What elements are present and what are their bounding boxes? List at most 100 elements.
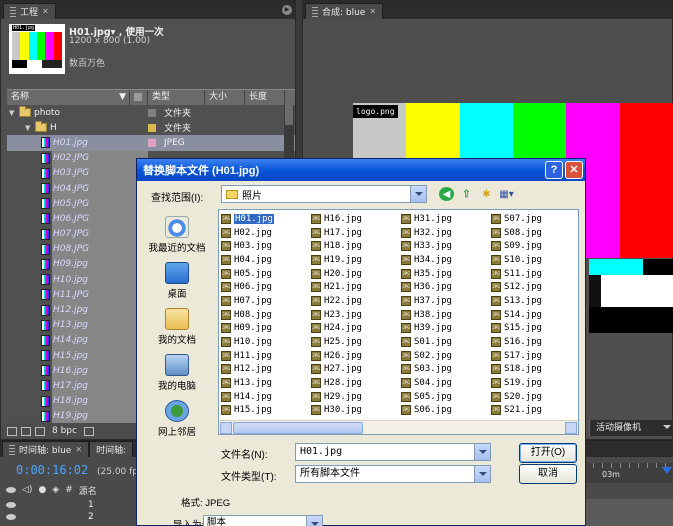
file-item[interactable]: JPG S21.jpg: [491, 404, 581, 418]
file-item[interactable]: JPG S18.jpg: [491, 363, 581, 377]
file-item[interactable]: JPG S03.jpg: [401, 363, 491, 377]
file-item[interactable]: JPG S20.jpg: [491, 390, 581, 404]
current-timecode[interactable]: 0:00:16:02: [16, 463, 88, 477]
file-item[interactable]: JPG H35.jpg: [401, 267, 491, 281]
file-item[interactable]: JPG H25.jpg: [311, 335, 401, 349]
file-item[interactable]: JPG S10.jpg: [491, 253, 581, 267]
place-my-computer[interactable]: 我的电脑: [141, 349, 213, 395]
grip-icon[interactable]: [9, 444, 15, 455]
file-item[interactable]: JPG H13.jpg: [221, 376, 311, 390]
file-item[interactable]: JPG H16.jpg: [311, 212, 401, 226]
file-item[interactable]: JPG H17.jpg: [311, 226, 401, 240]
file-item[interactable]: JPG H26.jpg: [311, 349, 401, 363]
place-my-documents[interactable]: 我的文档: [141, 303, 213, 349]
help-button[interactable]: ?: [545, 161, 563, 179]
scrollbar-thumb[interactable]: [285, 105, 293, 125]
column-type[interactable]: 类型: [148, 90, 205, 105]
file-item[interactable]: JPG S17.jpg: [491, 349, 581, 363]
bit-depth-button[interactable]: 8 bpc: [49, 426, 80, 436]
file-item[interactable]: JPG S13.jpg: [491, 294, 581, 308]
trash-icon[interactable]: [83, 426, 94, 436]
timeline-track-area[interactable]: [584, 499, 673, 526]
close-icon[interactable]: ✕: [369, 7, 376, 16]
label-color-swatch[interactable]: [148, 123, 156, 132]
file-item[interactable]: JPG H03.jpg: [221, 239, 311, 253]
file-item[interactable]: JPG H37.jpg: [401, 294, 491, 308]
file-item[interactable]: JPG H36.jpg: [401, 280, 491, 294]
table-row[interactable]: H01.jpg JPEG: [7, 135, 295, 151]
file-item[interactable]: JPG S15.jpg: [491, 322, 581, 336]
file-item[interactable]: JPG S12.jpg: [491, 280, 581, 294]
file-item[interactable]: JPG H39.jpg: [401, 322, 491, 336]
place-network-places[interactable]: 网上邻居: [141, 395, 213, 441]
label-icon[interactable]: ◈: [52, 485, 59, 495]
expand-triangle-icon[interactable]: ▼: [9, 109, 17, 117]
table-row[interactable]: ▼ H 文件夹: [7, 120, 295, 135]
visibility-icon[interactable]: [6, 487, 16, 493]
close-icon[interactable]: ✕: [42, 7, 49, 16]
file-item[interactable]: JPG S19.jpg: [491, 376, 581, 390]
tab-project[interactable]: 工程 ✕: [3, 3, 56, 19]
file-item[interactable]: JPG H38.jpg: [401, 308, 491, 322]
file-item[interactable]: JPG H07.jpg: [221, 294, 311, 308]
file-item[interactable]: JPG H04.jpg: [221, 253, 311, 267]
new-folder-icon[interactable]: [21, 426, 31, 436]
logo-layer[interactable]: logo.png: [353, 105, 398, 118]
file-item[interactable]: JPG H30.jpg: [311, 404, 401, 418]
file-item[interactable]: JPG S14.jpg: [491, 308, 581, 322]
file-item[interactable]: JPG H08.jpg: [221, 308, 311, 322]
file-item[interactable]: JPG H02.jpg: [221, 226, 311, 240]
file-item[interactable]: JPG S07.jpg: [491, 212, 581, 226]
file-item[interactable]: JPG H22.jpg: [311, 294, 401, 308]
file-item[interactable]: JPG S06.jpg: [401, 404, 491, 418]
scrollbar-thumb[interactable]: [233, 422, 363, 434]
file-item[interactable]: JPG H15.jpg: [221, 404, 311, 418]
up-folder-icon[interactable]: ⇧: [459, 187, 474, 201]
file-item[interactable]: JPG H18.jpg: [311, 239, 401, 253]
tab-timeline-blue[interactable]: 时间轴: blue ✕: [2, 441, 90, 457]
file-item[interactable]: JPG H11.jpg: [221, 349, 311, 363]
chevron-down-icon[interactable]: [306, 516, 322, 526]
file-item[interactable]: JPG H14.jpg: [221, 390, 311, 404]
file-browser-scrollbar[interactable]: [219, 420, 578, 434]
file-item[interactable]: JPG H33.jpg: [401, 239, 491, 253]
scroll-left-icon[interactable]: [220, 422, 232, 434]
timeline-layer-row[interactable]: 1: [6, 499, 136, 511]
file-item[interactable]: JPG H21.jpg: [311, 280, 401, 294]
file-browser[interactable]: JPG H01.jpg JPG H02.jpg JPG H03.jpg JPG H04.jpg…: [218, 209, 579, 435]
file-item[interactable]: JPG H09.jpg: [221, 322, 311, 336]
file-item[interactable]: JPG H06.jpg: [221, 280, 311, 294]
file-item[interactable]: JPG H12.jpg: [221, 363, 311, 377]
interpret-footage-icon[interactable]: [7, 426, 17, 436]
look-in-dropdown[interactable]: 照片: [221, 185, 427, 203]
file-item[interactable]: JPG S08.jpg: [491, 226, 581, 240]
file-item[interactable]: JPG S04.jpg: [401, 376, 491, 390]
grip-icon[interactable]: [10, 6, 16, 17]
place-desktop[interactable]: 桌面: [141, 257, 213, 303]
new-folder-icon[interactable]: ✱: [479, 187, 494, 201]
tab-composition[interactable]: 合成: blue ✕: [305, 3, 384, 19]
label-color-swatch[interactable]: [148, 108, 156, 117]
dialog-titlebar[interactable]: 替换脚本文件 (H01.jpg) ? ✕: [137, 159, 585, 181]
chevron-down-icon[interactable]: [410, 186, 426, 202]
audio-icon[interactable]: ◁): [22, 485, 32, 495]
file-item[interactable]: JPG H19.jpg: [311, 253, 401, 267]
place-recent-documents[interactable]: 我最近的文档: [141, 211, 213, 257]
back-icon[interactable]: ◀: [439, 187, 454, 201]
scroll-right-icon[interactable]: [565, 422, 577, 434]
view-menu-icon[interactable]: ▦▾: [499, 187, 514, 201]
open-button[interactable]: 打开(O): [519, 443, 577, 463]
file-item[interactable]: JPG S05.jpg: [401, 390, 491, 404]
filename-input[interactable]: H01.jpg: [295, 443, 491, 461]
column-name[interactable]: 名称 ▼: [7, 90, 130, 105]
panel-menu-icon[interactable]: ▶: [282, 5, 292, 15]
file-item[interactable]: JPG H29.jpg: [311, 390, 401, 404]
file-item[interactable]: JPG S11.jpg: [491, 267, 581, 281]
time-ruler[interactable]: 03m: [584, 463, 673, 483]
column-duration[interactable]: 长度: [245, 90, 285, 105]
file-item[interactable]: JPG H10.jpg: [221, 335, 311, 349]
file-item[interactable]: JPG S01.jpg: [401, 335, 491, 349]
new-composition-icon[interactable]: [35, 426, 45, 436]
file-item[interactable]: JPG H28.jpg: [311, 376, 401, 390]
column-label-tag[interactable]: [130, 90, 148, 105]
